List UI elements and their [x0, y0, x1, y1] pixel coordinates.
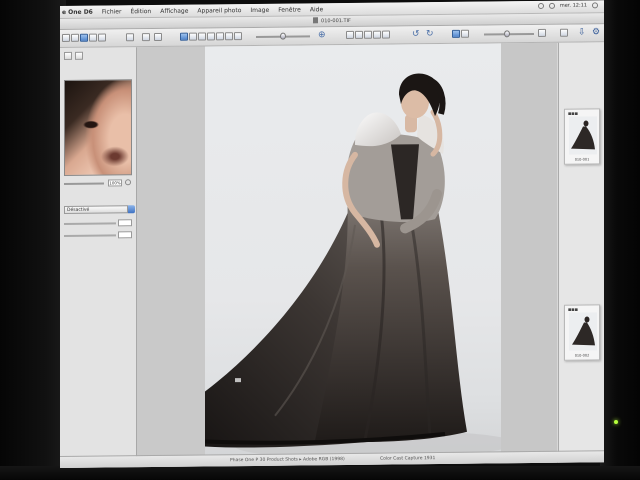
- thumbnail-card[interactable]: ■■■ 010-001: [564, 108, 600, 165]
- focus-preview[interactable]: [64, 79, 132, 176]
- panel-tab-2[interactable]: [75, 51, 83, 60]
- view-button-2[interactable]: [355, 30, 363, 39]
- layout-button-3[interactable]: [80, 33, 88, 42]
- thumbnail-rating-icon: ■■■: [568, 111, 578, 116]
- download-icon[interactable]: ⇩: [578, 27, 586, 37]
- trash-button[interactable]: [560, 28, 568, 37]
- adjustment-row-1: [64, 219, 134, 228]
- status-camera-info: Color Cast Capture 1931: [380, 456, 436, 462]
- select-tool[interactable]: [180, 32, 188, 41]
- crop-tool[interactable]: [207, 32, 215, 41]
- adjustment-slider-1[interactable]: [64, 222, 116, 225]
- compare-button[interactable]: [452, 29, 460, 38]
- menu-app-name[interactable]: e One D6: [62, 8, 93, 15]
- menu-affichage[interactable]: Affichage: [160, 7, 188, 14]
- viewer-margin-left: [137, 46, 205, 468]
- focus-zoom-value[interactable]: 100%: [108, 179, 122, 187]
- browser-view-button[interactable]: [538, 28, 546, 37]
- zoom-slider-knob[interactable]: [280, 32, 286, 40]
- rotate-right-icon[interactable]: ↻: [426, 29, 434, 39]
- focus-zoom-stepper[interactable]: [125, 179, 131, 186]
- menu-aide[interactable]: Aide: [310, 6, 323, 13]
- view-button-3[interactable]: [364, 30, 372, 39]
- monitor-bezel-left: [0, 0, 66, 480]
- status-color-profile: Phase One P 30 Product Shots ▸ Adobe RGB…: [230, 457, 345, 464]
- adjustment-row-2: [64, 231, 134, 240]
- power-led: [614, 420, 618, 424]
- photo-figure: [205, 73, 501, 459]
- menu-appareil-photo[interactable]: Appareil photo: [197, 7, 241, 14]
- view-button-5[interactable]: [382, 30, 390, 39]
- layout-button-5[interactable]: [98, 33, 106, 42]
- wifi-icon[interactable]: [537, 2, 544, 9]
- thumbnail-browser: ■■■ 010-001 ■■■ 010-002: [558, 42, 604, 463]
- focus-zoom-slider[interactable]: [64, 182, 104, 185]
- view-button-1[interactable]: [346, 30, 354, 40]
- image-viewer: [137, 42, 557, 468]
- thumbnail-filename: 010-001: [574, 157, 590, 162]
- layout-button-4[interactable]: [89, 33, 97, 42]
- adjustment-slider-2[interactable]: [64, 234, 116, 237]
- rotate-left-icon[interactable]: ↺: [412, 29, 420, 39]
- thumbnail-size-knob[interactable]: [504, 30, 510, 38]
- menu-edition[interactable]: Édition: [130, 8, 151, 15]
- menu-image[interactable]: Image: [250, 6, 269, 13]
- menu-status-area: mer. 12:11: [537, 2, 598, 9]
- loupe-button[interactable]: [461, 29, 469, 38]
- monitor-bezel-right: [600, 0, 640, 480]
- settings-icon[interactable]: ⚙: [592, 27, 600, 37]
- rotate-tool[interactable]: [216, 32, 224, 41]
- spotlight-icon[interactable]: [592, 2, 598, 9]
- monitor-bezel-bottom: [0, 466, 640, 480]
- menu-fichier[interactable]: Fichier: [102, 8, 122, 15]
- menu-fenetre[interactable]: Fenêtre: [278, 6, 301, 13]
- import-button[interactable]: [154, 32, 162, 42]
- thumbnail-image[interactable]: [569, 312, 597, 351]
- thumbnail-rating-icon: ■■■: [568, 307, 578, 312]
- panel-tab-1[interactable]: [64, 51, 72, 60]
- pan-tool[interactable]: [189, 32, 197, 41]
- chevron-down-icon[interactable]: [128, 205, 135, 214]
- document-icon: [313, 17, 319, 24]
- panel-tab-buttons: [64, 51, 83, 60]
- layout-button-1[interactable]: [62, 33, 70, 42]
- viewer-margin-right: [501, 42, 557, 464]
- zoom-in-icon[interactable]: ⊕: [318, 30, 326, 40]
- thumbnail-card[interactable]: ■■■ 010-002: [564, 304, 600, 361]
- lens-correction-row: Désactivé: [62, 205, 135, 215]
- export-button[interactable]: [126, 33, 134, 42]
- tool-panel: 100% Désactivé: [60, 47, 137, 468]
- main-image[interactable]: [205, 43, 501, 467]
- thumbnail-image[interactable]: [569, 116, 597, 155]
- window-title: 010-001.TIF: [321, 17, 351, 25]
- menu-clock[interactable]: mer. 12:11: [560, 2, 587, 8]
- screen: e One D6 Fichier Édition Affichage Appar…: [60, 0, 604, 468]
- volume-icon[interactable]: [548, 2, 555, 9]
- eyedropper-tool[interactable]: [234, 32, 242, 41]
- lens-correction-select[interactable]: Désactivé: [64, 205, 128, 214]
- white-balance-tool[interactable]: [225, 32, 233, 41]
- adjustment-field-1[interactable]: [118, 219, 132, 227]
- focus-zoom-row: 100%: [64, 179, 132, 188]
- zoom-tool[interactable]: [198, 32, 206, 41]
- layout-button-2[interactable]: [71, 33, 79, 42]
- upload-button[interactable]: [142, 33, 150, 42]
- adjustment-field-2[interactable]: [118, 231, 132, 239]
- thumbnail-filename: 010-002: [574, 353, 590, 358]
- view-button-4[interactable]: [373, 30, 381, 39]
